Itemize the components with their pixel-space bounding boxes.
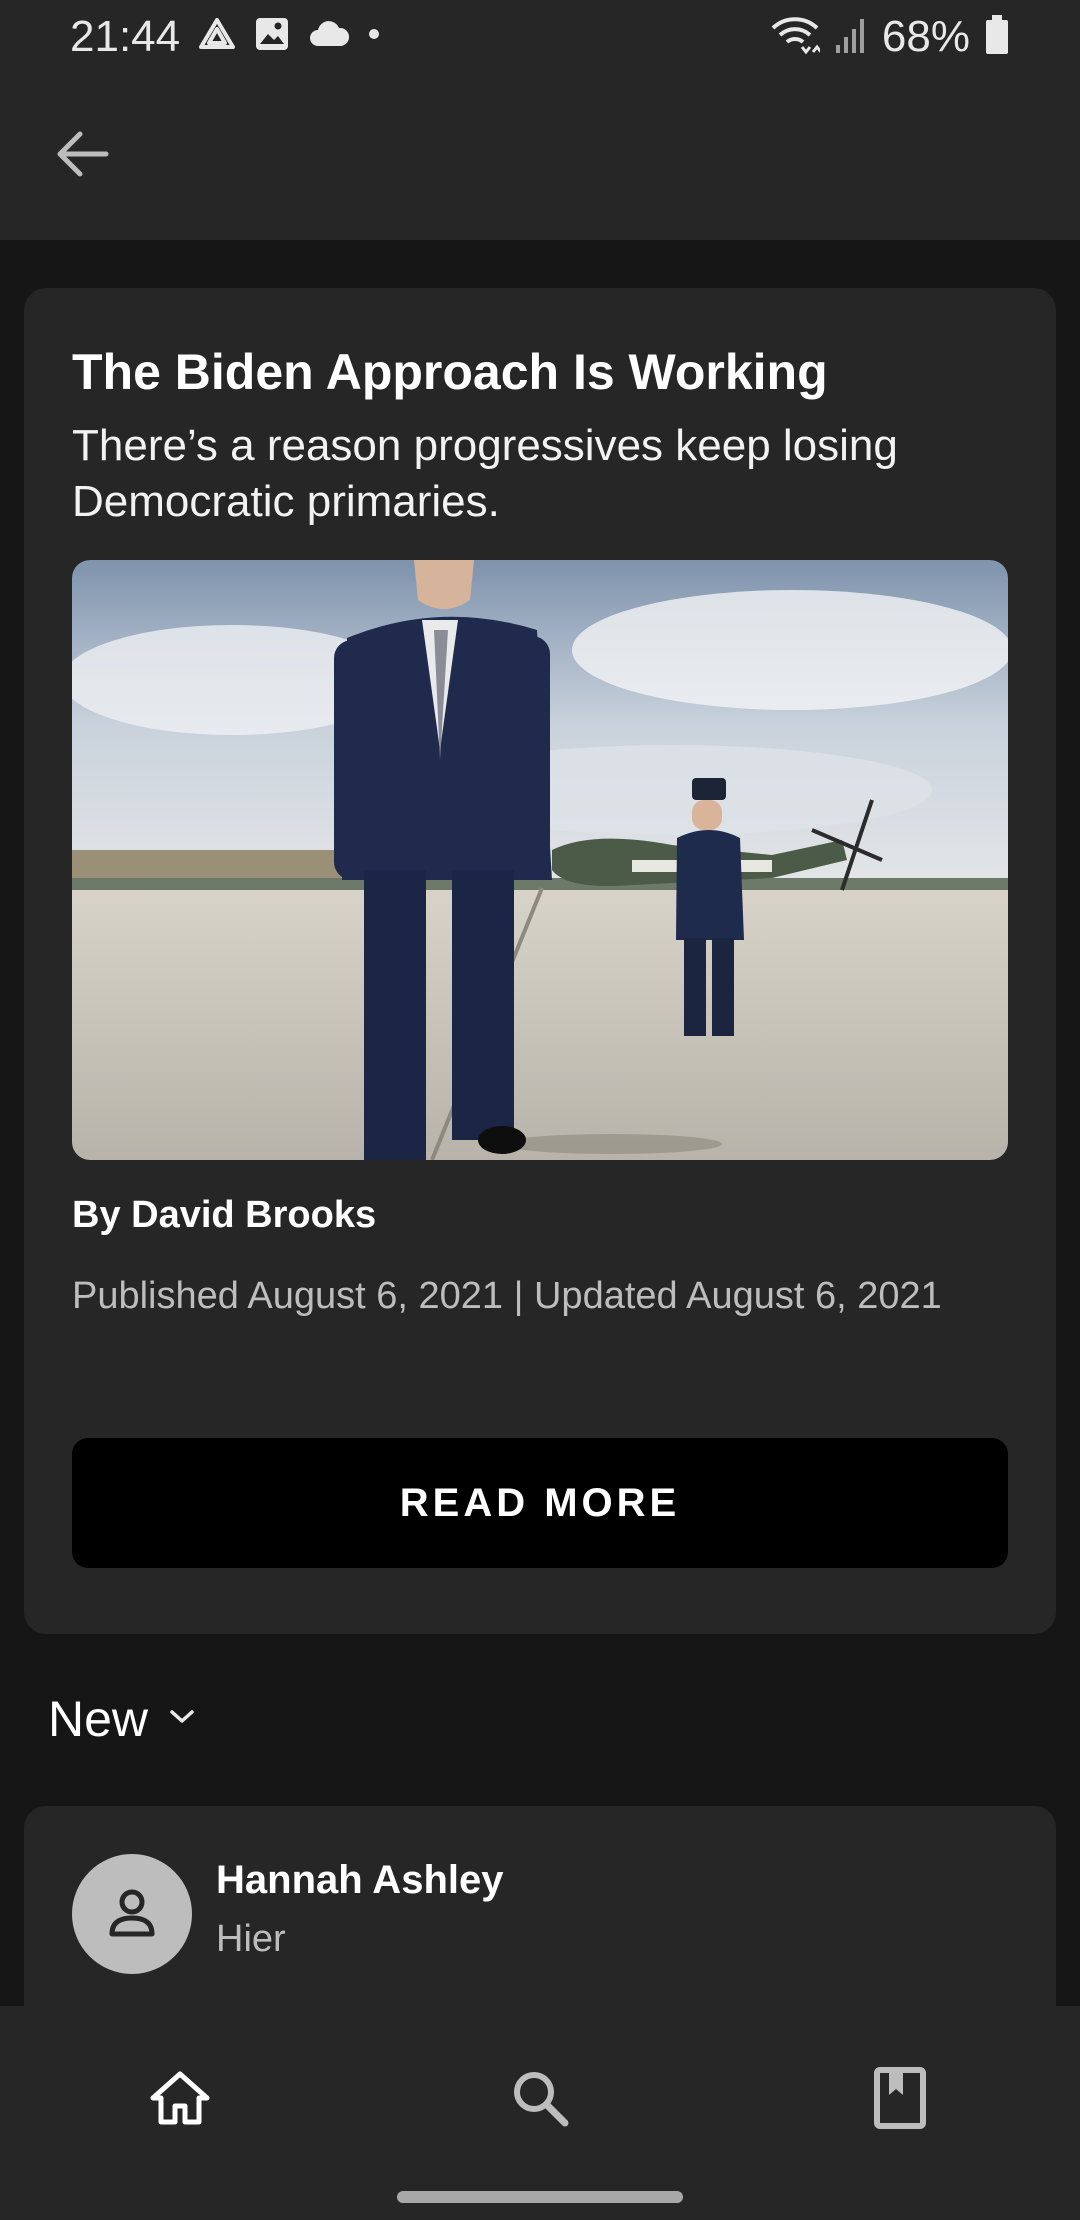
signal-icon	[834, 15, 868, 60]
drive-icon	[198, 17, 236, 51]
article-subtitle: There’s a reason progressives keep losin…	[72, 421, 898, 526]
article-card: The Biden Approach Is Working There’s a …	[24, 288, 1056, 1634]
search-icon	[510, 2068, 570, 2133]
top-app-bar: 21:44 68%	[0, 0, 1080, 240]
chevron-down-icon	[168, 1707, 196, 1732]
person-icon	[104, 1884, 160, 1945]
dot-icon	[368, 28, 380, 40]
gesture-handle[interactable]	[397, 2191, 683, 2203]
avatar	[72, 1854, 192, 1974]
comment-time: Hier	[216, 1918, 286, 1960]
system-icons: 68%	[770, 12, 1010, 62]
home-icon	[149, 2070, 211, 2131]
back-button[interactable]	[44, 118, 120, 194]
notification-icons	[198, 16, 380, 52]
sort-label: New	[48, 1691, 149, 1747]
nav-bookmarks[interactable]	[860, 2060, 940, 2140]
article-hero-image	[72, 560, 1008, 1160]
bottom-navigation	[0, 2006, 1080, 2220]
comment-sort-dropdown[interactable]: New	[48, 1690, 196, 1748]
status-bar: 21:44 68%	[0, 0, 1080, 78]
battery-icon	[984, 14, 1010, 61]
nav-home[interactable]	[140, 2060, 220, 2140]
status-time: 21:44	[70, 12, 181, 61]
comment-author: Hannah Ashley	[216, 1858, 504, 1902]
cloud-icon	[308, 20, 350, 48]
article-byline: By David Brooks	[72, 1194, 377, 1236]
bookmark-icon	[873, 2066, 927, 2134]
nav-search[interactable]	[500, 2060, 580, 2140]
article-dates: Published August 6, 2021 | Updated Augus…	[72, 1275, 942, 1317]
read-more-button[interactable]: READ MORE	[72, 1438, 1008, 1568]
article-title: The Biden Approach Is Working	[72, 344, 828, 400]
wifi-icon	[770, 15, 823, 60]
battery-percentage: 68%	[881, 12, 970, 61]
arrow-left-icon	[54, 129, 110, 184]
image-icon	[254, 16, 290, 52]
